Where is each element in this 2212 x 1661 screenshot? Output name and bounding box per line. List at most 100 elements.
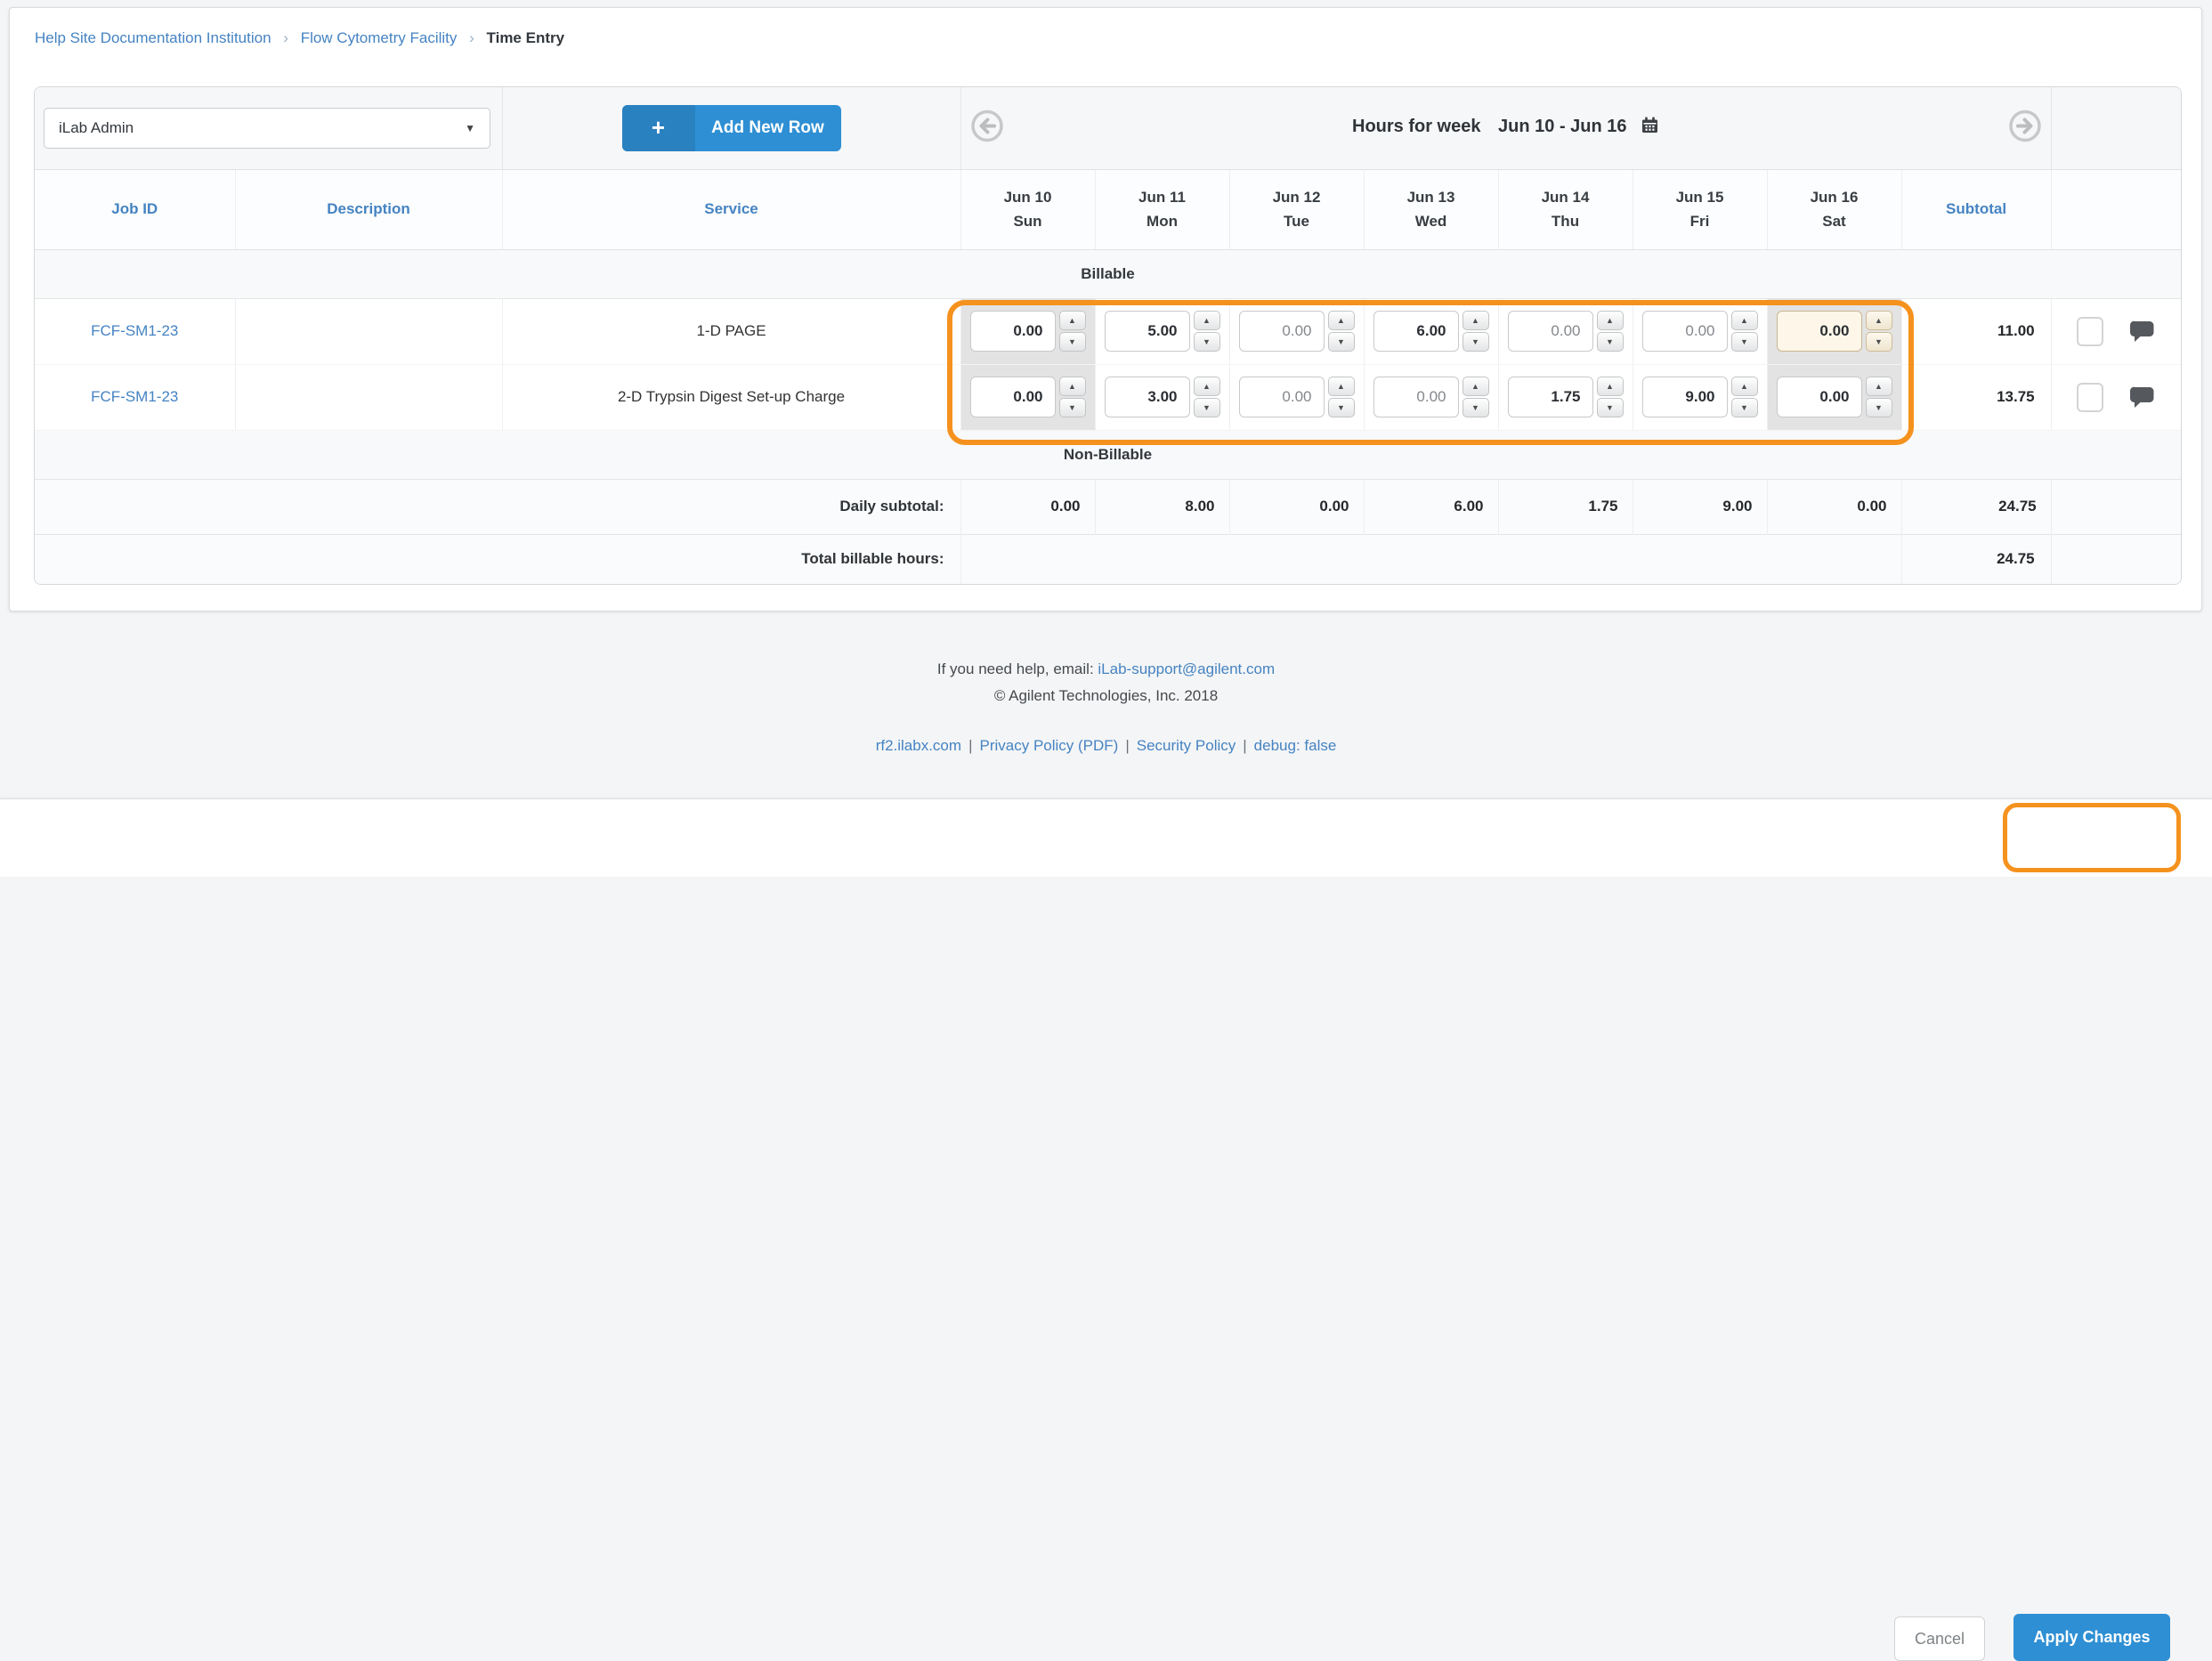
stepper-down-icon[interactable]: ▼ [1328,332,1355,352]
footer-link-debug[interactable]: debug: false [1254,737,1337,754]
hours-input-mon[interactable] [1105,377,1190,417]
breadcrumb-institution-link[interactable]: Help Site Documentation Institution [35,29,271,46]
stepper-down-icon[interactable]: ▼ [1463,332,1489,352]
hours-stepper: ▲▼ [1463,311,1489,352]
hours-input-fri[interactable] [1642,311,1728,352]
hours-stepper: ▲▼ [1328,311,1355,352]
plus-icon: + [622,105,695,151]
daily-subtotal-thu: 1.75 [1498,479,1633,534]
description-cell [235,364,502,430]
user-select-value: iLab Admin [59,119,134,137]
column-header-service[interactable]: Service [704,200,758,217]
service-cell: 2-D Trypsin Digest Set-up Charge [502,364,960,430]
column-header-subtotal[interactable]: Subtotal [1946,200,2006,217]
stepper-down-icon[interactable]: ▼ [1194,398,1220,417]
add-new-row-label: Add New Row [695,118,841,138]
stepper-up-icon[interactable]: ▲ [1597,311,1624,330]
day-header-mon: Jun 11Mon [1096,185,1229,233]
stepper-up-icon[interactable]: ▲ [1328,377,1355,396]
user-select[interactable]: iLab Admin ▼ [44,108,490,149]
day-header-sun: Jun 10Sun [961,185,1095,233]
breadcrumb-facility-link[interactable]: Flow Cytometry Facility [301,29,458,46]
stepper-up-icon[interactable]: ▲ [1866,377,1892,396]
hours-stepper: ▲▼ [1328,377,1355,417]
stepper-up-icon[interactable]: ▲ [1059,377,1086,396]
stepper-up-icon[interactable]: ▲ [1463,377,1489,396]
hours-input-thu[interactable] [1508,377,1593,417]
previous-week-button[interactable] [970,109,1004,147]
support-email-link[interactable]: iLab-support@agilent.com [1098,660,1275,677]
hours-stepper: ▲▼ [1194,311,1220,352]
copyright: © Agilent Technologies, Inc. 2018 [0,683,2212,709]
stepper-down-icon[interactable]: ▼ [1731,398,1758,417]
cancel-button[interactable]: Cancel [1894,1616,1985,1661]
stepper-down-icon[interactable]: ▼ [1328,398,1355,417]
stepper-up-icon[interactable]: ▲ [1731,377,1758,396]
hours-input-mon[interactable] [1105,311,1190,352]
footer-link-domain[interactable]: rf2.ilabx.com [876,737,961,754]
column-header-description[interactable]: Description [327,200,410,217]
hours-input-sat-focused[interactable] [1777,311,1862,352]
calendar-icon[interactable] [1641,119,1659,139]
day-header-sat: Jun 16Sat [1768,185,1901,233]
hours-input-wed[interactable] [1373,377,1459,417]
column-header-job-id[interactable]: Job ID [111,200,158,217]
hours-input-tue[interactable] [1239,311,1325,352]
total-billable-hours-label: Total billable hours: [35,534,960,584]
hours-input-thu[interactable] [1508,311,1593,352]
stepper-down-icon[interactable]: ▼ [1731,332,1758,352]
help-line: If you need help, email: iLab-support@ag… [0,656,2212,683]
hours-input-fri[interactable] [1642,377,1728,417]
stepper-down-icon[interactable]: ▼ [1597,332,1624,352]
footer-link-privacy[interactable]: Privacy Policy (PDF) [979,737,1118,754]
stepper-up-icon[interactable]: ▲ [1597,377,1624,396]
hours-stepper: ▲▼ [1731,311,1758,352]
comment-icon[interactable] [2130,385,2155,409]
stepper-up-icon[interactable]: ▲ [1731,311,1758,330]
stepper-down-icon[interactable]: ▼ [1059,398,1086,417]
stepper-up-icon[interactable]: ▲ [1463,311,1489,330]
stepper-up-icon[interactable]: ▲ [1194,311,1220,330]
week-range: Jun 10 - Jun 16 [1498,117,1627,136]
stepper-up-icon[interactable]: ▲ [1059,311,1086,330]
help-text: If you need help, email: [937,660,1094,677]
page-footer: If you need help, email: iLab-support@ag… [0,656,2212,759]
stepper-up-icon[interactable]: ▲ [1328,311,1355,330]
footer-link-security[interactable]: Security Policy [1137,737,1236,754]
stepper-down-icon[interactable]: ▼ [1194,332,1220,352]
breadcrumb-separator-icon: › [469,29,474,46]
hours-input-wed[interactable] [1373,311,1459,352]
stepper-down-icon[interactable]: ▼ [1866,332,1892,352]
total-billable-hours-value: 24.75 [1901,534,2051,584]
stepper-up-icon[interactable]: ▲ [1866,311,1892,330]
hours-input-tue[interactable] [1239,377,1325,417]
daily-subtotal-total: 24.75 [1901,479,2051,534]
main-panel: Help Site Documentation Institution › Fl… [9,7,2202,612]
hours-input-sat[interactable] [1777,377,1862,417]
table-row: FCF-SM1-23 1-D PAGE ▲▼ ▲▼ ▲▼ ▲▼ ▲▼ ▲▼ ▲▼… [35,298,2181,364]
breadcrumb-current-page: Time Entry [487,29,565,46]
job-id-link[interactable]: FCF-SM1-23 [91,388,178,405]
row-checkbox[interactable] [2077,383,2103,412]
hours-input-sun[interactable] [970,311,1056,352]
apply-changes-button[interactable]: Apply Changes [2013,1614,2170,1661]
stepper-down-icon[interactable]: ▼ [1463,398,1489,417]
hours-input-sun[interactable] [970,377,1056,417]
hours-stepper: ▲▼ [1866,311,1892,352]
stepper-down-icon[interactable]: ▼ [1059,332,1086,352]
add-new-row-button[interactable]: + Add New Row [622,105,841,151]
row-checkbox[interactable] [2077,317,2103,346]
row-subtotal: 11.00 [1901,298,2051,364]
stepper-down-icon[interactable]: ▼ [1866,398,1892,417]
table-row: FCF-SM1-23 2-D Trypsin Digest Set-up Cha… [35,364,2181,430]
hours-stepper: ▲▼ [1463,377,1489,417]
week-title: Hours for week Jun 10 - Jun 16 [961,116,2051,140]
comment-icon[interactable] [2130,320,2155,344]
stepper-up-icon[interactable]: ▲ [1194,377,1220,396]
stepper-down-icon[interactable]: ▼ [1597,398,1624,417]
next-week-button[interactable] [2008,109,2042,147]
job-id-link[interactable]: FCF-SM1-23 [91,322,178,339]
hours-stepper: ▲▼ [1194,377,1220,417]
breadcrumb-separator-icon: › [283,29,288,46]
hours-stepper: ▲▼ [1597,311,1624,352]
